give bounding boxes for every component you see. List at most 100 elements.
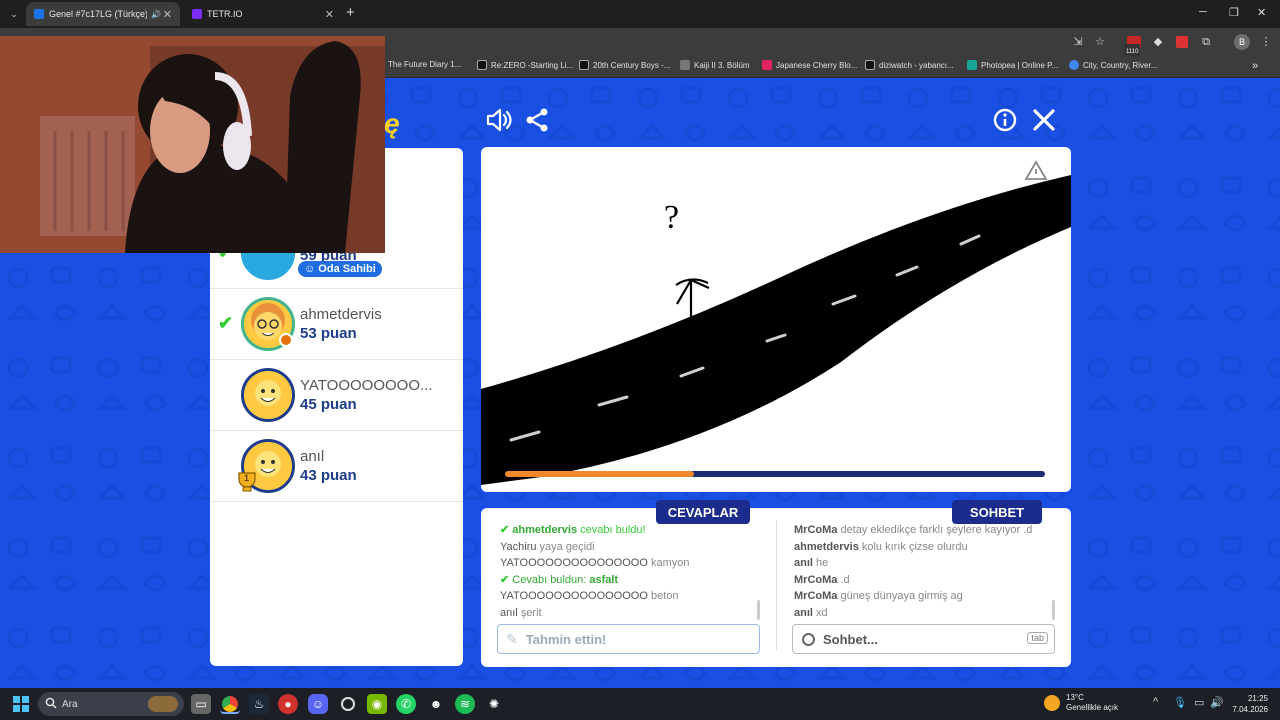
taskbar-search[interactable]: Ara [38,692,184,716]
streamer-camera-image [0,36,385,253]
bookmark-favicon-icon [579,60,589,70]
restore-icon[interactable]: ❐ [1229,6,1239,19]
extension-diamond-icon[interactable]: ◆ [1150,34,1166,50]
extensions-puzzle-icon[interactable]: ⧉ [1198,34,1214,50]
bookmark-item[interactable]: diziwatch - yabancı... [865,60,954,70]
chat-field[interactable]: tab [792,624,1055,654]
install-app-icon[interactable]: ⇲ [1070,34,1086,50]
game-logo: ę [384,108,400,139]
extension-shield-icon[interactable] [1174,34,1190,50]
sound-icon[interactable] [484,106,512,134]
search-icon [45,697,57,709]
player-row[interactable]: 1 anıl 43 puan [210,431,463,502]
tab-audio-icon[interactable]: 🔊 [151,10,161,19]
bookmark-favicon-icon [1069,60,1079,70]
answer-line: ✔ ahmetdervis cevabı buldu! [500,524,646,536]
clock[interactable]: 21:25 7.04.2026 [1232,693,1268,715]
search-placeholder: Ara [62,698,78,710]
info-icon[interactable] [991,106,1019,134]
player-row[interactable]: ✔ ahmetdervis 53 puan [210,289,463,360]
answer-line: Yachiru yaya geçidi [500,540,595,553]
answer-line: YATOOOOOOOOOOOOOOO kamyon [500,557,690,570]
share-icon[interactable] [524,106,552,134]
report-warning-icon[interactable] [1021,157,1049,185]
minimize-icon[interactable]: ─ [1199,6,1207,18]
profile-avatar[interactable]: B [1234,34,1250,50]
extension-icon[interactable]: 1110 [1124,34,1144,60]
network-icon[interactable]: ▭ [1194,696,1204,709]
drawing [481,160,1071,485]
chat-line: anıl xd [794,606,828,619]
browser-tab-bar: ⌄ Genel #7c17LG (Türkçe) - G 🔊 ✕ TETR.IO… [0,0,1280,28]
player-score: 43 puan [300,467,357,484]
bookmarks-overflow-icon[interactable]: » [1252,60,1258,72]
chat-input[interactable] [823,631,1054,647]
tab-skribbl[interactable]: Genel #7c17LG (Türkçe) - G 🔊 ✕ [26,2,180,26]
microphone-icon[interactable]: 🎙 [1173,696,1187,709]
answer-line: YATOOOOOOOOOOOOOOO beton [500,590,679,603]
answers-scrollbar[interactable] [757,600,760,620]
player-name: anıl [300,448,325,465]
tab-title: TETR.IO [207,9,243,19]
bookmark-item[interactable]: Photopea | Online P... [967,60,1058,70]
player-score: 45 puan [300,396,357,413]
discord-icon[interactable]: ☺ [308,694,328,714]
windows-taskbar: Ara ▭ ♨ ● ☺ ◉ ✆ ☻ ≋ ✺ 13°C Genellikle aç… [0,688,1280,720]
chrome-icon[interactable] [220,694,240,714]
drawing-canvas[interactable]: ? [481,147,1071,492]
start-menu-icon[interactable] [13,696,29,712]
answers-feed: ✔ ahmetdervis cevabı buldu! Yachiru yaya… [500,522,690,622]
tab-title: Genel #7c17LG (Türkçe) - G [49,9,147,19]
guess-field[interactable]: ✎ [497,624,760,654]
chat-scrollbar[interactable] [1052,600,1055,620]
tab-search-button[interactable]: ⌄ [6,6,22,22]
player-name: ahmetdervis [300,306,382,323]
tab-key-hint: tab [1027,632,1048,644]
window-close-icon[interactable]: ✕ [1257,6,1266,19]
search-highlight-icon [148,696,178,712]
chatgpt-icon[interactable]: ✺ [484,694,504,714]
close-game-icon[interactable] [1030,106,1058,134]
status-dot [279,333,293,347]
bookmark-item[interactable]: City, Country, River... [1069,60,1157,70]
new-tab-button[interactable]: + [346,4,355,21]
bookmark-item[interactable]: Kaiji II 3. Bölüm [680,60,750,70]
spotify-icon[interactable]: ≋ [455,694,475,714]
tab-close-icon[interactable]: ✕ [163,8,172,21]
nvidia-icon[interactable]: ◉ [367,694,387,714]
task-view-icon[interactable]: ▭ [191,694,211,714]
steam-icon[interactable]: ♨ [249,694,269,714]
volume-icon[interactable]: 🔊 [1210,696,1224,709]
bookmark-item[interactable]: 20th Century Boys -... [579,60,670,70]
bookmark-item[interactable]: Japanese Cherry Blo... [762,60,857,70]
chat-tab[interactable]: SOHBET [952,500,1042,524]
player-row[interactable]: YATOOOOOOOO... 45 puan [210,360,463,431]
round-timer-bar [505,471,1045,477]
tab-tetrio[interactable]: TETR.IO ✕ [184,2,342,26]
clock-time: 21:25 [1247,694,1268,703]
recorder-icon[interactable]: ● [278,694,298,714]
bookmark-item[interactable]: Re:ZERO -Starting Li... [477,60,573,70]
browser-menu-icon[interactable]: ⋮ [1258,34,1274,50]
bookmark-item[interactable]: The Future Diary 1... [388,60,461,69]
answers-tab[interactable]: CEVAPLAR [656,500,750,524]
app-icon[interactable]: ☻ [426,694,446,714]
weather-temp: 13°C [1066,693,1084,702]
whatsapp-icon[interactable]: ✆ [396,694,416,714]
answer-line: anıl şerit [500,606,542,619]
chat-line: MrCoMa güneş dünyaya girmiş ag [794,590,963,603]
tab-close-icon[interactable]: ✕ [325,8,334,21]
chat-line: MrCoMa .d [794,573,850,586]
guess-input[interactable] [525,631,759,647]
tray-overflow-icon[interactable]: ^ [1153,696,1158,708]
bookmark-favicon-icon [680,60,690,70]
rank-number: 1 [244,473,250,483]
bookmark-favicon-icon [762,60,772,70]
weather-widget[interactable]: 13°C Genellikle açık [1044,693,1118,713]
guessed-check-icon: ✔ [218,313,234,333]
bookmark-favicon-icon [967,60,977,70]
obs-icon[interactable] [338,694,358,714]
bookmark-star-icon[interactable]: ☆ [1092,34,1108,50]
chat-search-icon [802,632,815,646]
bookmark-favicon-icon [865,60,875,70]
